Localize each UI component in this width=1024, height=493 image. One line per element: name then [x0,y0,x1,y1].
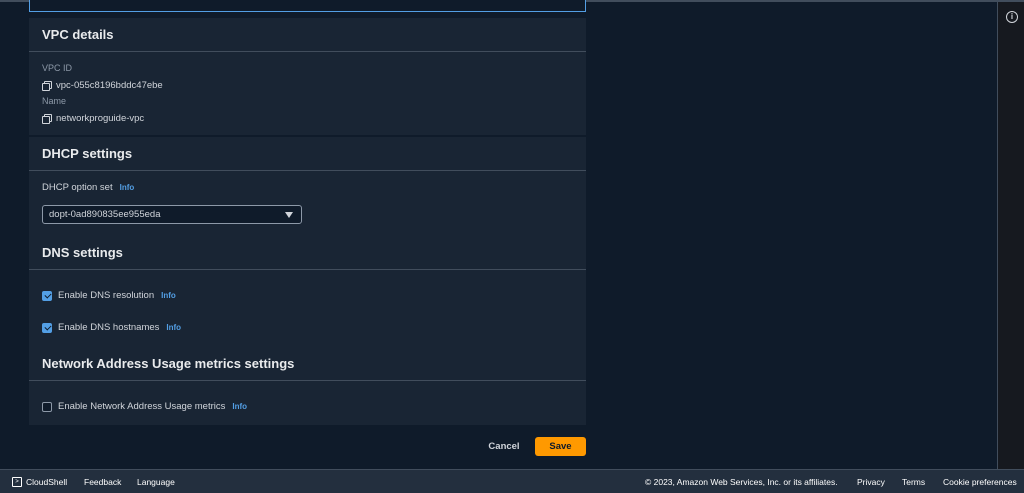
dns-hostnames-row: Enable DNS hostnames Info [42,322,181,333]
help-panel-rail [997,2,1024,469]
name-value-row: networkproguide-vpc [42,113,144,124]
dhcp-option-set-label-row: DHCP option set Info [42,182,134,193]
dns-settings-header: DNS settings [29,236,586,270]
copy-icon[interactable] [42,114,52,124]
nau-metrics-checkbox[interactable] [42,401,52,412]
caret-down-icon [285,212,293,218]
dhcp-option-set-label: DHCP option set [42,182,113,193]
save-button[interactable]: Save [535,437,586,456]
dns-resolution-checkbox[interactable] [42,290,52,301]
footer-cloudshell[interactable]: CloudShell [26,477,67,487]
vpc-details-header: VPC details [29,18,586,52]
dns-hostnames-checkbox[interactable] [42,322,52,333]
footer-terms[interactable]: Terms [902,477,925,487]
dns-hostnames-label: Enable DNS hostnames [58,322,160,333]
dhcp-settings-header: DHCP settings [29,137,586,171]
copy-icon[interactable] [42,81,52,91]
dhcp-info-link[interactable]: Info [120,183,135,192]
dhcp-option-set-select[interactable]: dopt-0ad890835ee955eda [42,205,302,224]
name-value: networkproguide-vpc [56,113,145,124]
dhcp-option-set-value: dopt-0ad890835ee955eda [49,209,161,220]
terminal-icon[interactable]: > [12,477,22,487]
dhcp-settings-container: DHCP settings DHCP option set Info dopt-… [29,137,586,236]
vpc-id-label: VPC ID [42,63,73,73]
previous-input-field[interactable] [29,0,586,12]
cancel-button[interactable]: Cancel [481,437,527,456]
dns-resolution-info-link[interactable]: Info [161,291,176,300]
footer-copyright: © 2023, Amazon Web Services, Inc. or its… [645,477,838,487]
vpc-details-title: VPC details [42,27,114,42]
footer-feedback[interactable]: Feedback [84,477,121,487]
info-circle-icon[interactable]: i [1006,11,1018,23]
footer-privacy[interactable]: Privacy [857,477,885,487]
nau-settings-header: Network Address Usage metrics settings [29,347,586,381]
nau-settings-title: Network Address Usage metrics settings [42,356,295,371]
name-label: Name [42,96,67,106]
dns-resolution-label: Enable DNS resolution [58,290,155,301]
footer-cookie-preferences[interactable]: Cookie preferences [943,477,1017,487]
nau-metrics-row: Enable Network Address Usage metrics Inf… [42,401,247,412]
console-footer: > CloudShell Feedback Language © 2023, A… [0,469,1024,493]
dhcp-settings-title: DHCP settings [42,146,133,161]
vpc-details-container: VPC details VPC ID vpc-055c8196bddc47ebe… [29,18,586,135]
dns-settings-title: DNS settings [42,245,123,260]
dns-settings-container: DNS settings Enable DNS resolution Info … [29,236,586,347]
vpc-id-value-row: vpc-055c8196bddc47ebe [42,80,163,91]
nau-metrics-label: Enable Network Address Usage metrics [58,401,226,412]
vpc-id-value: vpc-055c8196bddc47ebe [56,80,163,91]
nau-settings-container: Network Address Usage metrics settings E… [29,347,586,425]
dns-hostnames-info-link[interactable]: Info [166,323,181,332]
nau-metrics-info-link[interactable]: Info [232,402,247,411]
dns-resolution-row: Enable DNS resolution Info [42,290,176,301]
footer-language[interactable]: Language [137,477,175,487]
